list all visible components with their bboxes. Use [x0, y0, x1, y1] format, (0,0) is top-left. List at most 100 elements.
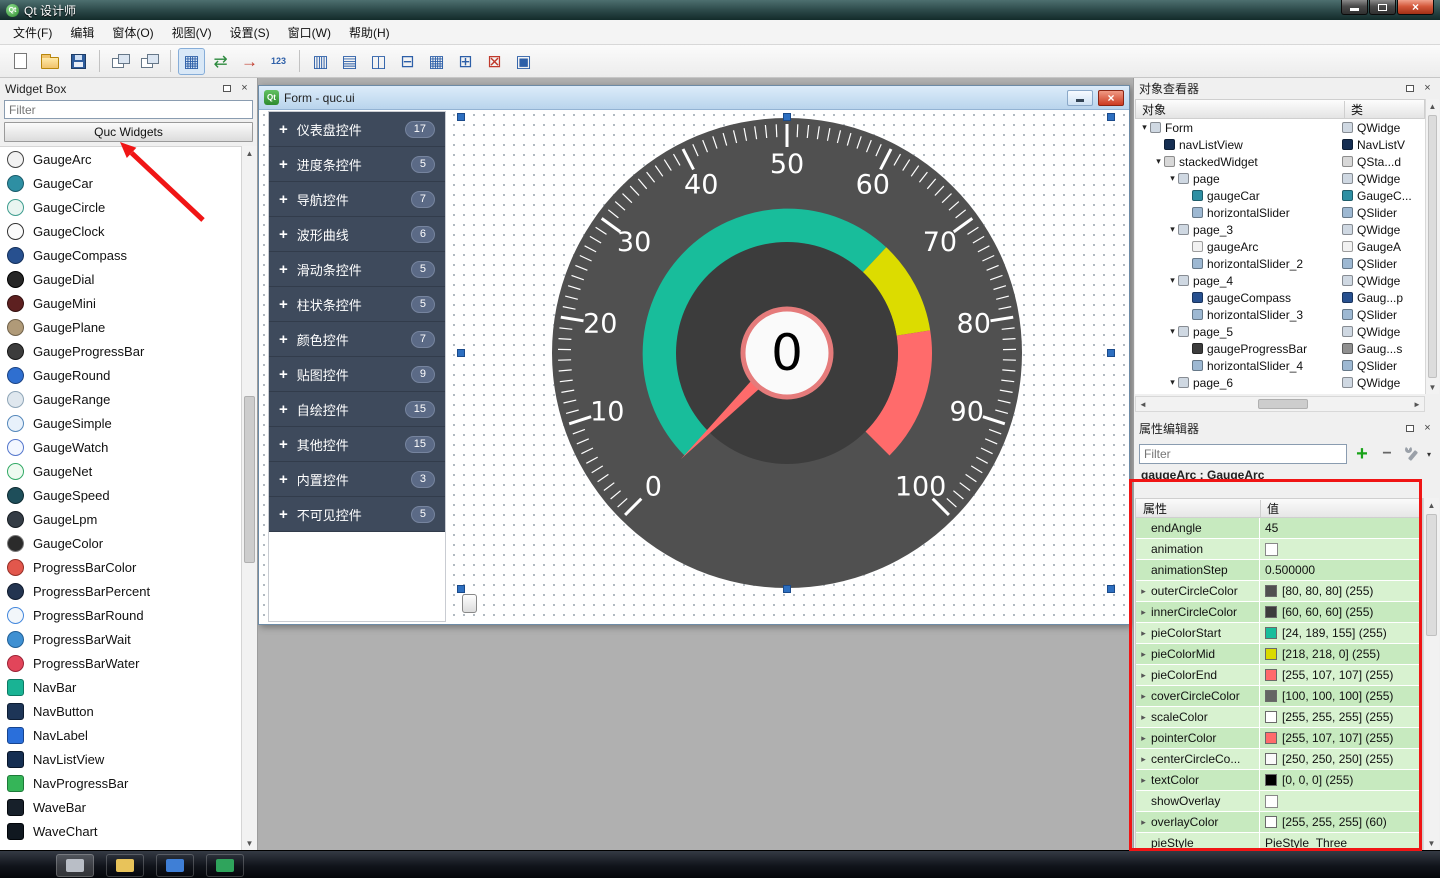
dock-float-button[interactable] [219, 82, 234, 96]
property-checkbox[interactable] [1265, 795, 1278, 808]
adjust-size-button[interactable]: ▣ [510, 48, 537, 75]
maximize-button[interactable] [1369, 0, 1396, 15]
widget-box-item[interactable]: WaveBar [0, 795, 241, 819]
layout-vertical-splitter-button[interactable]: ⊟ [394, 48, 421, 75]
scroll-up-icon[interactable]: ▲ [242, 146, 257, 160]
cascade-windows-button[interactable] [107, 48, 134, 75]
nav-list-item[interactable]: + 进度条控件 5 [269, 147, 445, 182]
menu-item[interactable]: 视图(V) [163, 21, 221, 44]
layout-grid-button[interactable]: ▦ [423, 48, 450, 75]
widget-box-item[interactable]: GaugeColor [0, 531, 241, 555]
layout-form-button[interactable]: ⊞ [452, 48, 479, 75]
widget-box-item[interactable]: GaugeCompass [0, 243, 241, 267]
widget-box-item[interactable]: NavProgressBar [0, 771, 241, 795]
nav-list-item[interactable]: + 导航控件 7 [269, 182, 445, 217]
widget-box-item[interactable]: GaugeProgressBar [0, 339, 241, 363]
property-row[interactable]: ▸ pieColorEnd [255, 107, 107] (255) [1136, 665, 1422, 686]
nav-list-item[interactable]: + 贴图控件 9 [269, 357, 445, 392]
object-tree-hscrollbar[interactable]: ◄ ► [1135, 396, 1425, 412]
scroll-right-icon[interactable]: ► [1410, 400, 1424, 409]
object-tree-row[interactable]: gaugeProgressBar Gaug...s [1135, 340, 1425, 357]
selection-handle[interactable] [783, 585, 791, 593]
nav-list-item[interactable]: + 滑动条控件 5 [269, 252, 445, 287]
nav-list-item[interactable]: + 波形曲线 6 [269, 217, 445, 252]
dock-close-button[interactable]: × [1420, 82, 1435, 96]
scrollbar-track[interactable] [1150, 397, 1410, 411]
close-button[interactable]: × [1397, 0, 1434, 15]
property-row[interactable]: ▸ scaleColor [255, 255, 255] (255) [1136, 707, 1422, 728]
object-tree-row[interactable]: horizontalSlider_2 QSlider [1135, 255, 1425, 272]
widget-box-scrollbar[interactable]: ▲ ▼ [241, 146, 257, 850]
widget-box-item[interactable]: GaugeRound [0, 363, 241, 387]
form-canvas[interactable]: + 仪表盘控件 17 + 进度条控件 5 + 导航控件 7 + 波形曲线 6 +… [259, 110, 1129, 624]
window-titlebar[interactable]: Qt Qt 设计师 × [0, 0, 1440, 20]
chevron-down-icon[interactable]: ▾ [1427, 450, 1435, 459]
remove-dynamic-property-button[interactable]: − [1377, 444, 1397, 464]
widget-box-item[interactable]: NavBar [0, 675, 241, 699]
property-row[interactable]: ▸ pieColorMid [218, 218, 0] (255) [1136, 644, 1422, 665]
object-tree-row[interactable]: horizontalSlider_4 QSlider [1135, 357, 1425, 374]
widget-box-item[interactable]: GaugeDial [0, 267, 241, 291]
dock-close-button[interactable]: × [1420, 422, 1435, 436]
property-row[interactable]: animation [1136, 539, 1422, 560]
scroll-down-icon[interactable]: ▼ [1426, 380, 1439, 394]
widget-box-item[interactable]: NavListView [0, 747, 241, 771]
widget-filter-input[interactable] [4, 100, 253, 119]
tile-windows-button[interactable] [136, 48, 163, 75]
expander-icon[interactable]: ▾ [1167, 327, 1178, 336]
object-inspector-column-header[interactable]: 对象 类 [1135, 99, 1425, 119]
widget-box-item[interactable]: GaugeArc [0, 147, 241, 171]
dock-float-button[interactable] [1402, 82, 1417, 96]
object-tree-row[interactable]: ▾ page_5 QWidge [1135, 323, 1425, 340]
form-titlebar[interactable]: Qt Form - quc.ui × [259, 86, 1129, 110]
object-tree-row[interactable]: ▾ page QWidge [1135, 170, 1425, 187]
gauge-arc-widget[interactable]: 01020304050607080901000 [461, 117, 1113, 589]
taskbar-app-folder[interactable] [106, 854, 144, 877]
property-row[interactable]: ▸ pieColorStart [24, 189, 155] (255) [1136, 623, 1422, 644]
widget-box-item[interactable]: GaugeWatch [0, 435, 241, 459]
widget-box-item[interactable]: NavLabel [0, 723, 241, 747]
save-form-button[interactable] [65, 48, 92, 75]
widget-box-item[interactable]: GaugeSimple [0, 411, 241, 435]
widget-box-item[interactable]: GaugeSpeed [0, 483, 241, 507]
property-editor-header[interactable]: 属性编辑器 × [1134, 418, 1440, 439]
property-row[interactable]: animationStep 0.500000 [1136, 560, 1422, 581]
object-tree-row[interactable]: gaugeArc GaugeA [1135, 238, 1425, 255]
dock-float-button[interactable] [1402, 422, 1417, 436]
selection-handle[interactable] [457, 349, 465, 357]
property-table-header[interactable]: 属性 值 [1136, 499, 1422, 518]
nav-list-item[interactable]: + 内置控件 3 [269, 462, 445, 497]
layout-horizontally-button[interactable]: ▥ [307, 48, 334, 75]
expander-icon[interactable]: ▾ [1167, 174, 1178, 183]
minimize-button[interactable] [1341, 0, 1368, 15]
property-editor-scrollbar[interactable]: ▲ ▼ [1423, 498, 1439, 850]
widget-box-item[interactable]: ProgressBarPercent [0, 579, 241, 603]
property-row[interactable]: ▸ overlayColor [255, 255, 255] (60) [1136, 812, 1422, 833]
property-checkbox[interactable] [1265, 543, 1278, 556]
property-filter-input[interactable] [1139, 444, 1347, 464]
expander-icon[interactable]: ▾ [1167, 225, 1178, 234]
widget-box-header[interactable]: Widget Box × [0, 78, 257, 99]
property-row[interactable]: ▸ pointerColor [255, 107, 107] (255) [1136, 728, 1422, 749]
property-row[interactable]: ▸ innerCircleColor [60, 60, 60] (255) [1136, 602, 1422, 623]
expander-icon[interactable]: ▾ [1167, 378, 1178, 387]
horizontal-slider-handle[interactable] [462, 594, 477, 613]
edit-buddies-button[interactable]: → [236, 48, 263, 75]
scroll-left-icon[interactable]: ◄ [1136, 400, 1150, 409]
selection-handle[interactable] [457, 113, 465, 121]
object-tree-row[interactable]: gaugeCar GaugeC... [1135, 187, 1425, 204]
object-inspector-header[interactable]: 对象查看器 × [1134, 78, 1440, 99]
widget-box-item[interactable]: NavButton [0, 699, 241, 723]
property-row[interactable]: ▸ coverCircleColor [100, 100, 100] (255) [1136, 686, 1422, 707]
expander-icon[interactable]: ▾ [1167, 276, 1178, 285]
property-row[interactable]: ▸ centerCircleCo... [250, 250, 250] (255… [1136, 749, 1422, 770]
scroll-down-icon[interactable]: ▼ [242, 836, 257, 850]
widget-box-category[interactable]: Quc Widgets [4, 122, 253, 142]
menu-item[interactable]: 窗口(W) [279, 21, 340, 44]
nav-list-item[interactable]: + 颜色控件 7 [269, 322, 445, 357]
nav-list-item[interactable]: + 自绘控件 15 [269, 392, 445, 427]
widget-box-item[interactable]: WaveChart [0, 819, 241, 843]
configure-button[interactable] [1402, 444, 1422, 464]
object-tree-row[interactable]: ▾ stackedWidget QSta...d [1135, 153, 1425, 170]
nav-list-item[interactable]: + 仪表盘控件 17 [269, 112, 445, 147]
